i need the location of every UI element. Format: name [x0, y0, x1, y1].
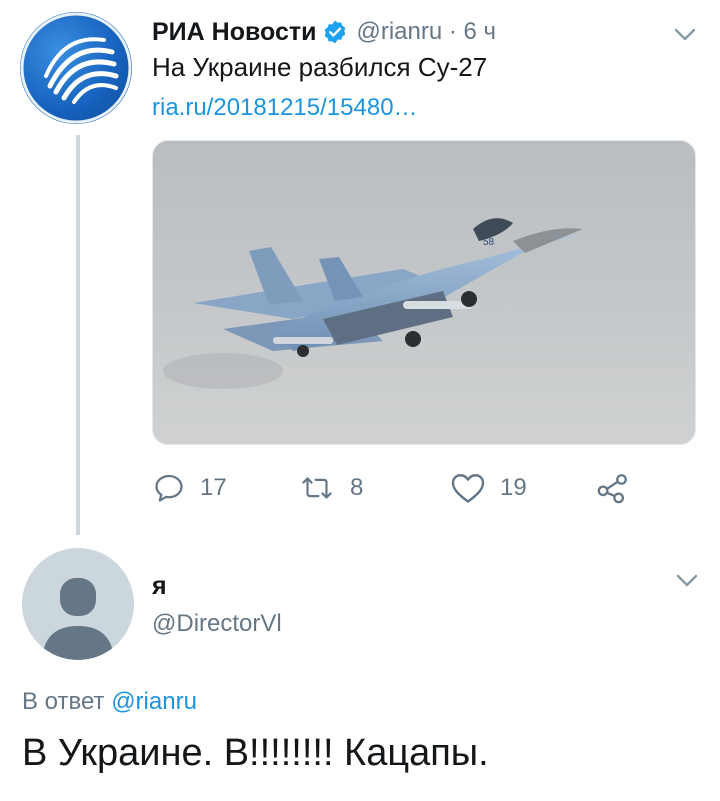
- chevron-down-icon[interactable]: [676, 574, 698, 588]
- default-avatar[interactable]: [22, 548, 134, 660]
- reply-prefix: В ответ: [22, 688, 105, 715]
- retweet-count: 8: [350, 474, 364, 501]
- chevron-down-icon[interactable]: [674, 28, 696, 42]
- author-handle-and-time[interactable]: @rianru · 6 ч: [356, 18, 496, 46]
- reply-author-name[interactable]: я: [152, 572, 167, 601]
- default-person-icon: [42, 578, 114, 660]
- tweet-link[interactable]: ria.ru/20181215/15480…: [152, 94, 418, 122]
- tweet-media-image[interactable]: 58: [152, 140, 696, 445]
- reply-author-handle[interactable]: @DirectorVl: [152, 610, 282, 638]
- reply-bubble-icon: [155, 474, 183, 502]
- retweet-action[interactable]: 8: [298, 468, 363, 508]
- fighter-jet-image: 58: [163, 218, 583, 389]
- verified-badge-icon: [322, 19, 348, 45]
- thread-connector-line: [76, 135, 80, 535]
- reply-text: В Украине. В!!!!!!!! Кацапы.: [22, 732, 489, 774]
- reply-mention-link[interactable]: @rianru: [111, 688, 197, 715]
- ria-logo-icon: [20, 12, 132, 124]
- share-action[interactable]: [596, 468, 644, 508]
- retweet-icon: [302, 477, 332, 499]
- author-name[interactable]: РИА Новости: [152, 18, 316, 47]
- tweet-text: На Украине разбился Су-27: [152, 52, 488, 82]
- reply-action[interactable]: 17: [152, 468, 227, 508]
- like-count: 19: [500, 474, 527, 501]
- reply-count: 17: [200, 474, 227, 501]
- heart-icon: [451, 474, 485, 503]
- ria-avatar[interactable]: [20, 12, 132, 124]
- like-action[interactable]: 19: [450, 468, 527, 508]
- tweet-actions-bar: 17 8 19: [152, 468, 696, 508]
- jet-marking-number: 58: [483, 237, 495, 248]
- tweet-header: РИА Новости @rianru · 6 ч: [152, 14, 496, 50]
- reply-context: В ответ @rianru: [22, 688, 197, 716]
- share-icon: [597, 474, 627, 504]
